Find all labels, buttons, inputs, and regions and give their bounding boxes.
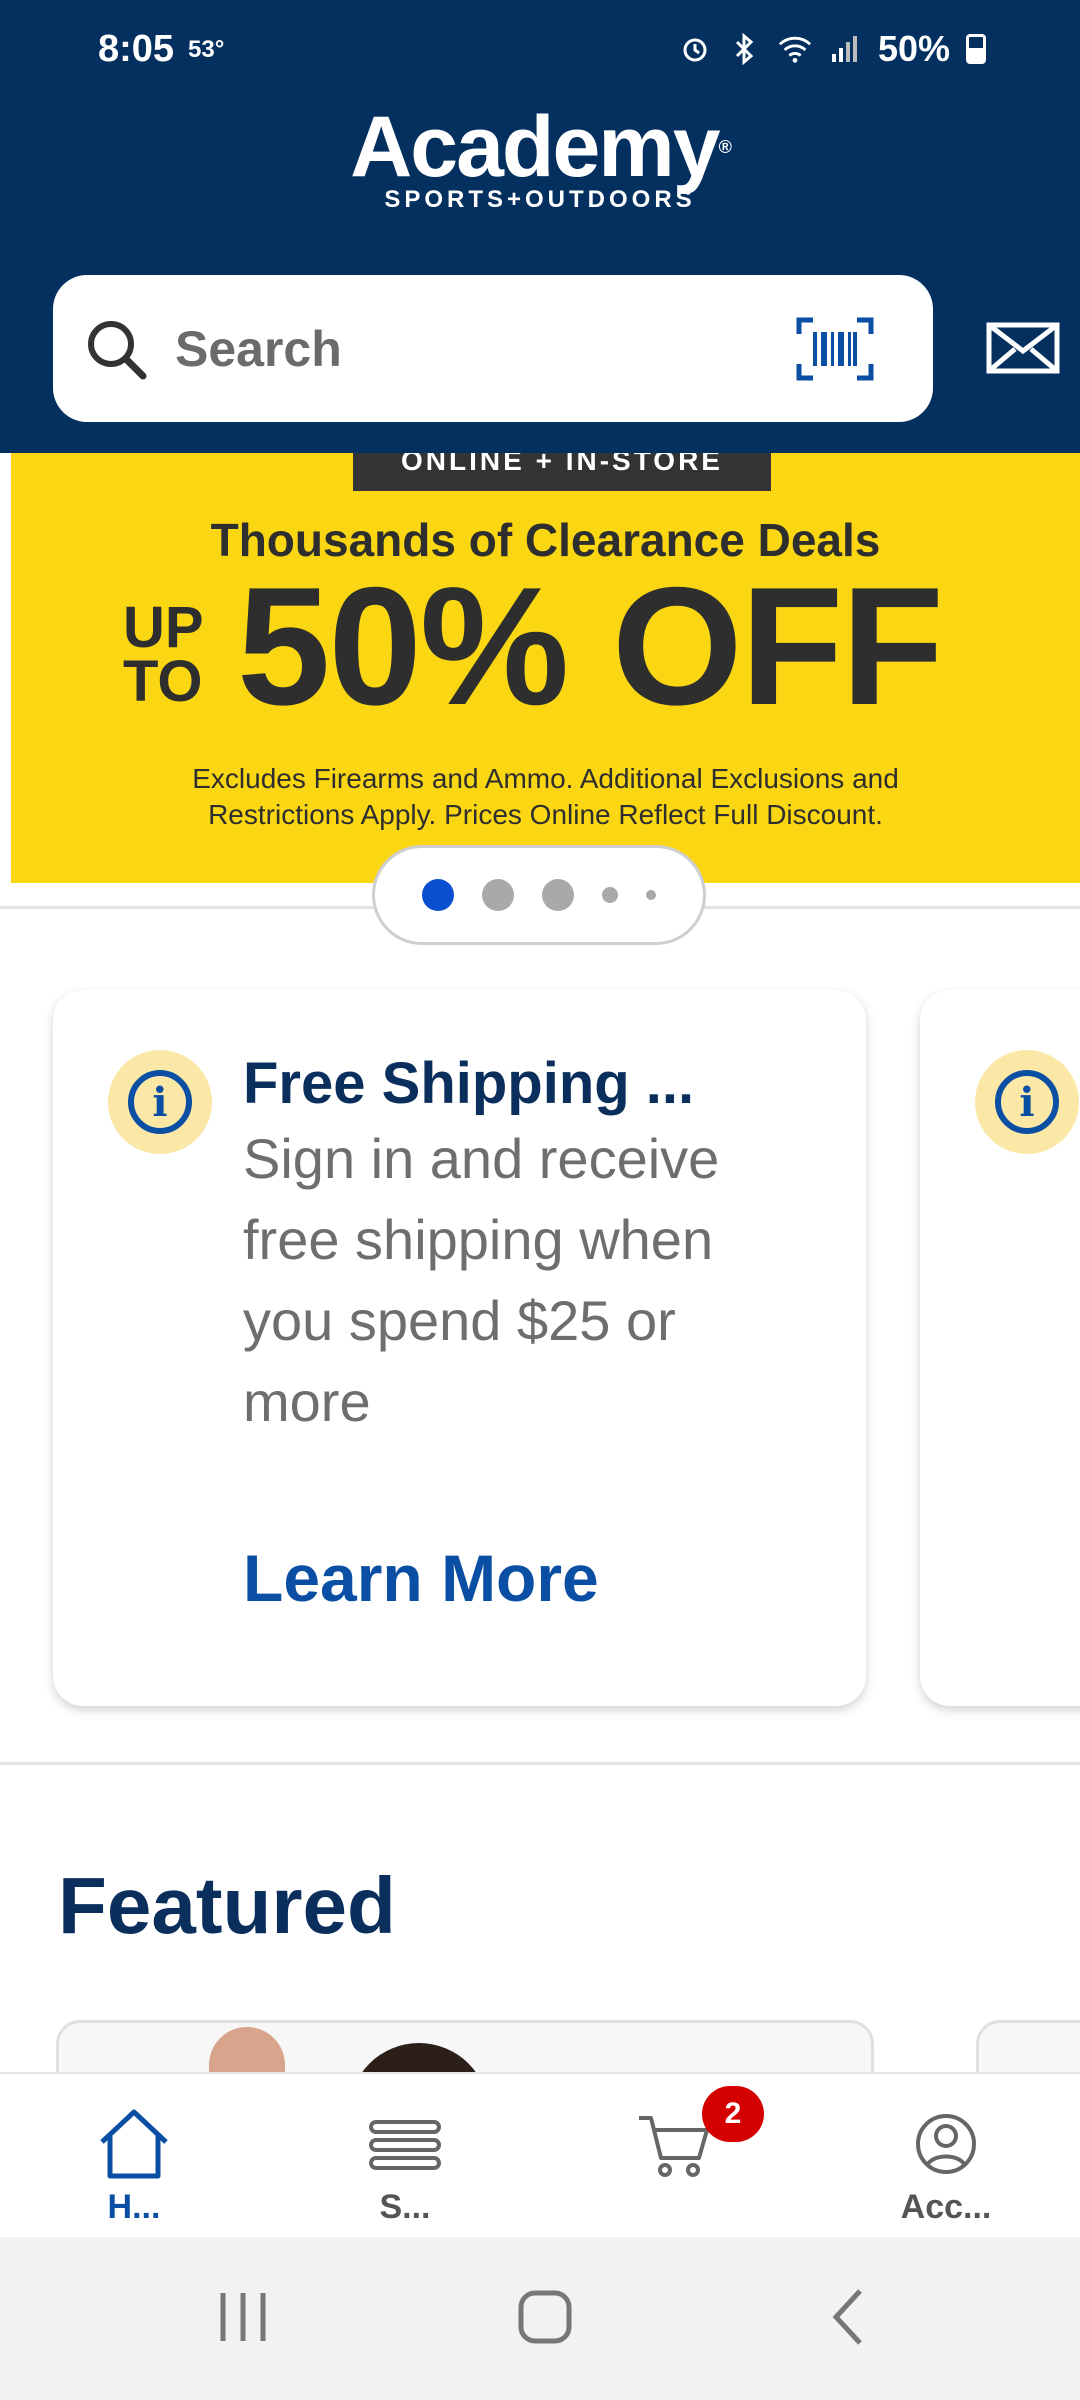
wifi-icon: [778, 32, 812, 66]
carousel-dot-active[interactable]: [422, 879, 454, 911]
cart-count-badge: 2: [702, 2086, 764, 2142]
carousel-dot[interactable]: [602, 887, 618, 903]
nav-account[interactable]: Acc...: [846, 2074, 1046, 2239]
battery-icon: [966, 34, 986, 64]
banner-up-to: UP TO: [123, 595, 204, 714]
fine-print-line-1: Excludes Firearms and Ammo. Additional E…: [192, 763, 899, 794]
barcode-scan-icon[interactable]: [795, 316, 875, 382]
featured-heading: Featured: [58, 1861, 396, 1950]
search-icon: [88, 320, 147, 379]
info-badge: i: [108, 1050, 212, 1154]
fine-print-line-2: Restrictions Apply. Prices Online Reflec…: [208, 799, 883, 830]
logo-sub-text: SPORTS+OUTDOORS: [384, 186, 696, 213]
info-card-free-shipping[interactable]: i Free Shipping ... Sign in and receive …: [53, 990, 866, 1706]
status-icons: 50%: [678, 28, 986, 70]
carousel-indicator[interactable]: [372, 845, 706, 945]
info-icon: i: [128, 1070, 192, 1134]
info-badge: i: [975, 1050, 1079, 1154]
nav-shop[interactable]: S...: [305, 2074, 505, 2239]
carousel-dot[interactable]: [646, 890, 656, 900]
home-icon: [100, 2109, 168, 2179]
home-button[interactable]: [500, 2277, 590, 2357]
alarm-icon: [678, 32, 712, 66]
recent-apps-button[interactable]: [198, 2277, 288, 2357]
menu-icon: [369, 2120, 441, 2170]
status-time: 8:05: [98, 28, 175, 70]
search-input[interactable]: Search: [175, 320, 795, 378]
back-icon: [832, 2289, 862, 2345]
card-body: Sign in and receive free shipping when y…: [243, 1127, 720, 1433]
banner-to-text: TO: [123, 649, 203, 714]
card-title: Free Shipping ...: [243, 1051, 695, 1116]
logo-main-text: Academy: [350, 99, 720, 195]
search-bar[interactable]: Search: [53, 275, 933, 422]
info-card-next[interactable]: i: [920, 990, 1080, 1706]
carousel-dot[interactable]: [482, 879, 514, 911]
info-icon: i: [995, 1070, 1059, 1134]
signal-icon: [828, 32, 862, 66]
nav-shop-label: S...: [379, 2188, 431, 2226]
nav-account-label: Acc...: [900, 2188, 992, 2226]
banner-up-text: UP: [123, 595, 204, 660]
banner-discount: 50% OFF: [237, 552, 944, 740]
divider: [0, 1762, 1080, 1765]
bottom-nav: H... S... Acc...: [0, 2072, 1080, 2239]
registered-mark-icon: ®: [718, 137, 732, 157]
back-button[interactable]: [803, 2277, 893, 2357]
bluetooth-icon: [728, 32, 762, 66]
promo-banner[interactable]: ONLINE + IN-STORE Thousands of Clearance…: [11, 453, 1080, 883]
mail-icon[interactable]: [986, 322, 1060, 374]
brand-logo[interactable]: Academy® SPORTS+OUTDOORS: [0, 104, 1080, 214]
battery-percent: 50%: [877, 28, 950, 69]
nav-home[interactable]: H...: [34, 2074, 234, 2239]
banner-tag: ONLINE + IN-STORE: [353, 453, 771, 491]
banner-fine-print: Excludes Firearms and Ammo. Additional E…: [11, 761, 1080, 833]
system-nav-bar: [0, 2237, 1080, 2400]
learn-more-link[interactable]: Learn More: [243, 1540, 599, 1616]
carousel-dot[interactable]: [542, 879, 574, 911]
nav-home-label: H...: [107, 2188, 161, 2226]
home-square-icon: [518, 2290, 572, 2344]
recent-apps-icon: [220, 2293, 266, 2341]
account-icon: [916, 2114, 976, 2174]
status-temperature: 53°: [188, 36, 225, 63]
